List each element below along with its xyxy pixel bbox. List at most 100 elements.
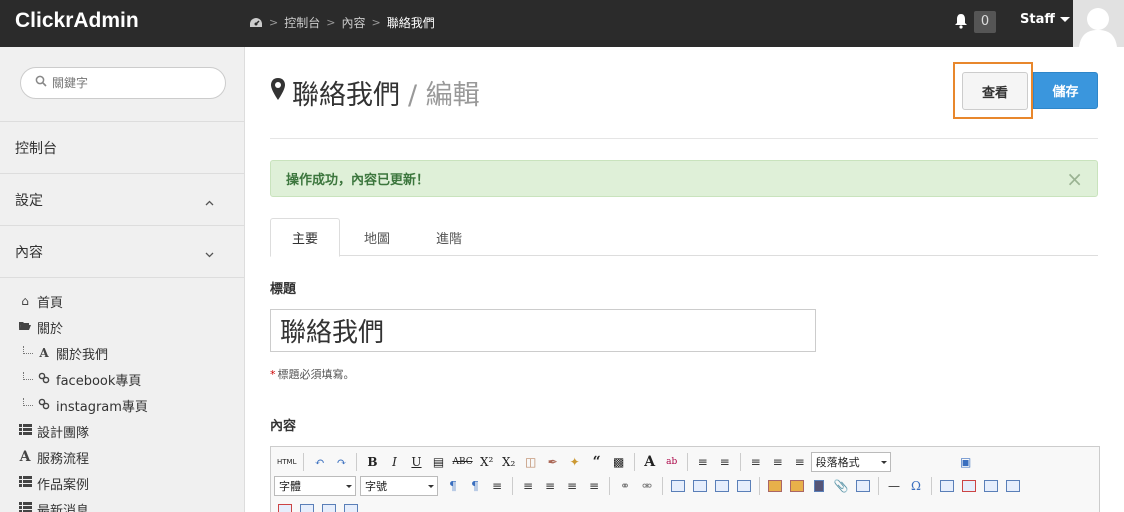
brand-logo[interactable]: ClickrAdmin bbox=[15, 9, 139, 33]
title-label: 標題 bbox=[270, 282, 297, 297]
delete-table-icon[interactable] bbox=[958, 476, 980, 496]
multi-image-icon[interactable] bbox=[786, 476, 808, 496]
subscript-icon[interactable]: X₂ bbox=[498, 452, 520, 472]
tree-item-news[interactable]: 最新消息 bbox=[17, 498, 89, 512]
table-cell-icon[interactable] bbox=[274, 500, 296, 512]
justify-icon[interactable]: ≡ bbox=[583, 476, 605, 496]
insert-row-icon[interactable] bbox=[1002, 476, 1024, 496]
indent-icon[interactable]: ≡ bbox=[486, 476, 508, 496]
horizontal-rule-icon[interactable]: — bbox=[883, 476, 905, 496]
tree-item-label: 服務流程 bbox=[37, 451, 90, 467]
sidebar-item-settings[interactable]: 設定 bbox=[0, 173, 244, 225]
tree-item-design-team[interactable]: 設計團隊 bbox=[17, 420, 89, 442]
toolbar-row-2: 字體 字號 ¶ ¶ ≡ ≡ ≡ ≡ ≡ ⚭ ⚮ 📎 — Ω bbox=[274, 474, 1024, 498]
font-color-icon[interactable]: A bbox=[639, 452, 661, 472]
superscript-icon[interactable]: X² bbox=[476, 452, 498, 472]
title-help-text: 標題必須填寫。 bbox=[277, 368, 355, 381]
align-center-icon[interactable]: ≡ bbox=[539, 476, 561, 496]
tree-item-facebook[interactable]: facebook專頁 bbox=[23, 368, 141, 390]
bold-icon[interactable]: B bbox=[361, 452, 383, 472]
map-icon[interactable] bbox=[852, 476, 874, 496]
image-block-icon[interactable] bbox=[733, 476, 755, 496]
font-size-select[interactable]: 字號 bbox=[360, 476, 438, 496]
tree-item-home[interactable]: ⌂ 首頁 bbox=[17, 290, 63, 312]
image-left-icon[interactable] bbox=[667, 476, 689, 496]
toolbar-row-3 bbox=[274, 498, 362, 512]
sidebar-item-dashboard[interactable]: 控制台 bbox=[0, 121, 244, 173]
save-button[interactable]: 儲存 bbox=[1033, 72, 1098, 109]
paragraph-spacing-icon[interactable]: ≡ bbox=[767, 452, 789, 472]
html-source-button[interactable]: HTML bbox=[274, 452, 299, 472]
image-center-icon[interactable] bbox=[711, 476, 733, 496]
tree-item-label: 首頁 bbox=[37, 295, 64, 311]
table-props-icon[interactable] bbox=[980, 476, 1002, 496]
avatar[interactable] bbox=[1073, 0, 1124, 47]
close-icon[interactable]: × bbox=[1066, 167, 1083, 191]
link-icon bbox=[36, 398, 52, 413]
brush-icon[interactable]: ✒ bbox=[542, 452, 564, 472]
sidebar-search[interactable] bbox=[20, 67, 226, 99]
paste-icon[interactable]: ▩ bbox=[608, 452, 630, 472]
dashboard-icon[interactable] bbox=[249, 17, 263, 29]
select-value: 字體 bbox=[279, 480, 301, 493]
tree-item-about[interactable]: 關於 bbox=[17, 316, 63, 338]
select-value: 字號 bbox=[365, 480, 387, 493]
text-box-icon[interactable]: ▤ bbox=[427, 452, 449, 472]
undo-icon[interactable]: ↶ bbox=[308, 452, 330, 472]
tree-item-service-process[interactable]: A 服務流程 bbox=[17, 446, 89, 468]
view-button[interactable]: 查看 bbox=[962, 72, 1028, 110]
fullscreen-icon[interactable]: ▣ bbox=[955, 452, 977, 472]
align-left-icon[interactable]: ≡ bbox=[517, 476, 539, 496]
sidebar-item-label: 內容 bbox=[15, 244, 43, 261]
search-input[interactable] bbox=[52, 76, 222, 90]
table-icon[interactable] bbox=[936, 476, 958, 496]
breadcrumb-content[interactable]: 內容 bbox=[341, 14, 365, 31]
highlight-icon[interactable]: ab bbox=[661, 452, 683, 472]
table-merge-icon[interactable] bbox=[340, 500, 362, 512]
image-right-icon[interactable] bbox=[689, 476, 711, 496]
tree-item-instagram[interactable]: instagram專頁 bbox=[23, 394, 148, 416]
sidebar: 控制台 設定 內容 ⌂ 首頁 關於 A 關於我們 facebook專頁 bbox=[0, 47, 245, 512]
eraser-icon[interactable]: ◫ bbox=[520, 452, 542, 472]
unlink-icon[interactable]: ⚮ bbox=[636, 476, 658, 496]
user-menu[interactable]: Staff bbox=[1020, 12, 1070, 27]
tree-item-label: 關於我們 bbox=[56, 347, 109, 363]
attachment-icon[interactable]: 📎 bbox=[830, 476, 852, 496]
omega-icon[interactable]: Ω bbox=[905, 476, 927, 496]
link-icon[interactable]: ⚭ bbox=[614, 476, 636, 496]
sidebar-item-label: 控制台 bbox=[15, 140, 57, 157]
tree-item-about-us[interactable]: A 關於我們 bbox=[23, 342, 108, 364]
indent-spacing-icon[interactable]: ≡ bbox=[789, 452, 811, 472]
redo-icon[interactable]: ↷ bbox=[330, 452, 352, 472]
video-icon[interactable] bbox=[808, 476, 830, 496]
line-height-icon[interactable]: ≡ bbox=[745, 452, 767, 472]
rtl-icon[interactable]: ¶ bbox=[464, 476, 486, 496]
content-label: 內容 bbox=[270, 419, 297, 434]
unordered-list-icon[interactable]: ≡ bbox=[714, 452, 736, 472]
title-input[interactable] bbox=[270, 309, 816, 352]
ltr-icon[interactable]: ¶ bbox=[442, 476, 464, 496]
paragraph-format-select[interactable]: 段落格式 bbox=[810, 452, 891, 472]
align-right-icon[interactable]: ≡ bbox=[561, 476, 583, 496]
magic-wand-icon[interactable]: ✦ bbox=[564, 452, 586, 472]
tab-advanced[interactable]: 進階 bbox=[414, 218, 484, 256]
italic-icon[interactable]: I bbox=[383, 452, 405, 472]
list-icon bbox=[17, 502, 33, 512]
home-icon: ⌂ bbox=[21, 294, 29, 308]
strikethrough-icon[interactable]: ABC bbox=[449, 452, 475, 472]
font-family-select[interactable]: 字體 bbox=[274, 476, 356, 496]
bell-icon[interactable] bbox=[954, 13, 968, 33]
tab-main[interactable]: 主要 bbox=[270, 218, 340, 257]
sidebar-item-content[interactable]: 內容 bbox=[0, 225, 244, 277]
image-icon[interactable] bbox=[764, 476, 786, 496]
table-row-icon[interactable] bbox=[318, 500, 340, 512]
underline-icon[interactable]: U bbox=[405, 452, 427, 472]
quote-icon[interactable]: “ bbox=[586, 452, 608, 472]
table-col-icon[interactable] bbox=[296, 500, 318, 512]
notification-badge[interactable]: 0 bbox=[974, 11, 996, 33]
page-subtitle: / 編輯 bbox=[408, 80, 480, 111]
tree-item-portfolio[interactable]: 作品案例 bbox=[17, 472, 89, 494]
tab-map[interactable]: 地圖 bbox=[342, 218, 412, 256]
breadcrumb-dashboard[interactable]: 控制台 bbox=[284, 14, 320, 31]
ordered-list-icon[interactable]: ≡ bbox=[692, 452, 714, 472]
